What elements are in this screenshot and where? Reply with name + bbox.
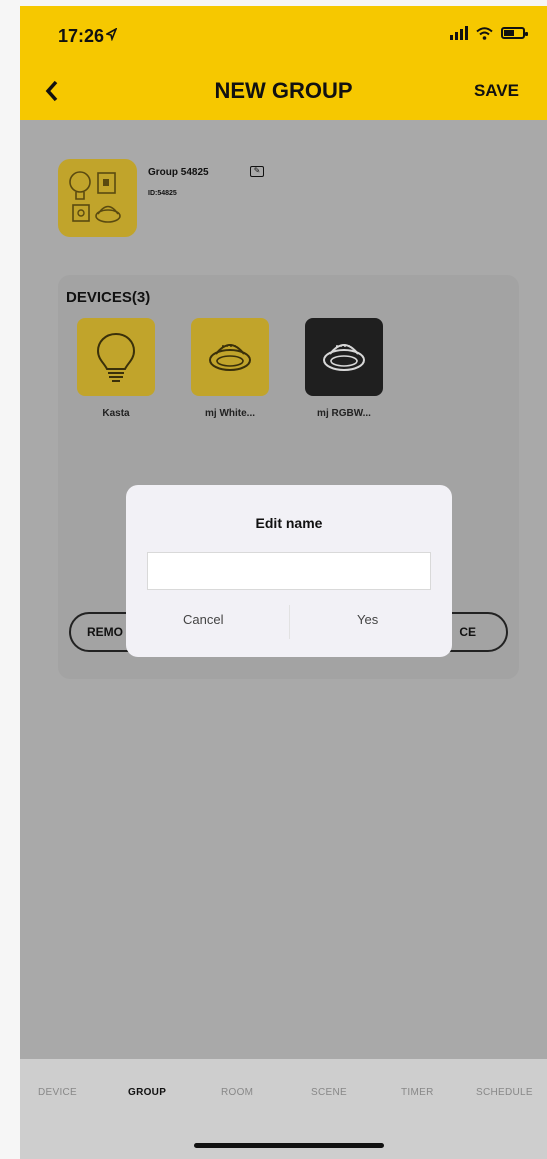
- wifi-icon: [476, 26, 493, 40]
- app-header: 17:26 NEW GROUP SAVE: [20, 6, 547, 120]
- device-tile[interactable]: [305, 318, 383, 396]
- dialog-divider: [289, 605, 290, 639]
- downlight-icon: [209, 344, 251, 371]
- signal-icon: [450, 26, 468, 40]
- add-device-label: CE: [459, 625, 476, 639]
- remove-device-label: REMO: [87, 625, 123, 639]
- tab-scene[interactable]: SCENE: [311, 1087, 347, 1098]
- tab-device[interactable]: DEVICE: [38, 1087, 77, 1098]
- devices-title: DEVICES(3): [66, 289, 151, 306]
- device-item[interactable]: Kasta: [77, 318, 155, 419]
- group-name: Group 54825: [148, 167, 209, 178]
- battery-icon: [501, 27, 528, 39]
- phone-screen: 17:26 NEW GROUP SAVE Group 54825 ✎ ID:54…: [20, 6, 547, 1159]
- tab-group[interactable]: GROUP: [128, 1087, 166, 1098]
- group-icon-tile: [58, 159, 137, 237]
- dialog-title: Edit name: [255, 515, 323, 531]
- tab-timer[interactable]: TIMER: [401, 1087, 434, 1098]
- tab-schedule[interactable]: SCHEDULE: [476, 1087, 533, 1098]
- group-devices-icon: [69, 171, 121, 223]
- device-label: Kasta: [102, 408, 130, 419]
- device-tile[interactable]: [77, 318, 155, 396]
- yes-button[interactable]: Yes: [357, 612, 378, 627]
- device-item[interactable]: mj RGBW...: [305, 318, 383, 419]
- location-icon: [106, 28, 117, 41]
- save-button[interactable]: SAVE: [474, 81, 519, 101]
- edit-name-dialog: Edit name Cancel Yes: [126, 485, 452, 657]
- status-time: 17:26: [58, 26, 105, 46]
- page-title: NEW GROUP: [214, 78, 353, 103]
- downlight-icon: [323, 344, 365, 371]
- device-tile[interactable]: [191, 318, 269, 396]
- nav-bar: NEW GROUP SAVE: [20, 66, 547, 114]
- status-bar: 17:26: [20, 6, 547, 58]
- device-label: mj White...: [205, 408, 255, 419]
- name-input[interactable]: [147, 552, 431, 590]
- home-indicator[interactable]: [194, 1143, 384, 1148]
- bulb-icon: [96, 332, 136, 382]
- group-id: ID:54825: [148, 190, 177, 197]
- device-label: mj RGBW...: [317, 408, 371, 419]
- tab-room[interactable]: ROOM: [221, 1087, 253, 1098]
- edit-icon[interactable]: ✎: [250, 166, 264, 177]
- status-icons: [450, 26, 528, 40]
- device-item[interactable]: mj White...: [191, 318, 269, 419]
- cancel-button[interactable]: Cancel: [183, 612, 223, 627]
